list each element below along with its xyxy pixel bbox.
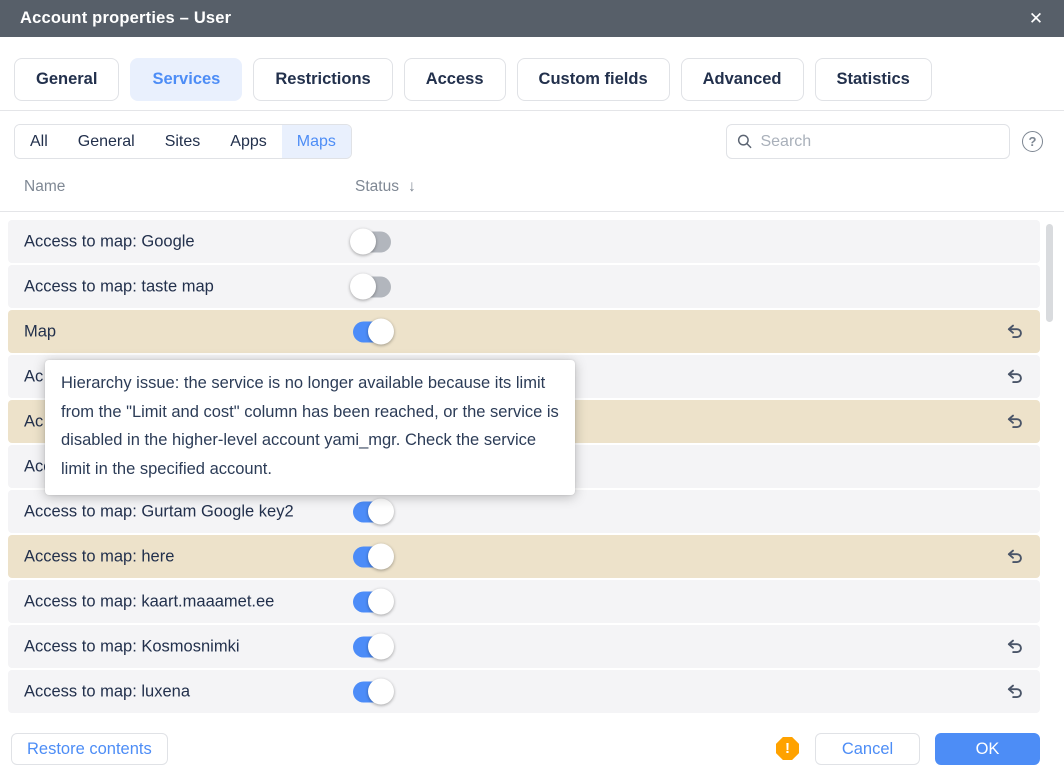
name-column-header: Name [24, 178, 65, 196]
service-name: Access to map: Kosmosnimki [24, 637, 239, 656]
tabbar-divider [0, 110, 1064, 111]
status-column-header[interactable]: Status ↓ [355, 178, 416, 196]
status-header-label: Status [355, 178, 399, 196]
subtab-apps[interactable]: Apps [215, 125, 281, 158]
status-toggle[interactable] [353, 231, 391, 252]
header-divider [0, 211, 1064, 212]
status-toggle[interactable] [353, 591, 391, 612]
table-row[interactable]: Access to map: here [8, 535, 1040, 578]
subtab-general[interactable]: General [63, 125, 150, 158]
status-toggle[interactable] [353, 276, 391, 297]
status-toggle[interactable] [353, 681, 391, 702]
service-name: Access to map: here [24, 547, 174, 566]
subtab-sites[interactable]: Sites [150, 125, 216, 158]
account-properties-dialog: Account properties – User ✕ General Servi… [0, 0, 1064, 776]
toggle-knob [350, 229, 376, 255]
tab-services[interactable]: Services [130, 58, 242, 101]
tab-restrictions[interactable]: Restrictions [253, 58, 392, 101]
undo-icon[interactable] [1004, 637, 1024, 657]
toggle-knob [368, 679, 394, 705]
subtab-all[interactable]: All [15, 125, 63, 158]
search-box [726, 124, 1010, 159]
toggle-knob [350, 274, 376, 300]
hierarchy-issue-tooltip: Hierarchy issue: the service is no longe… [45, 360, 575, 495]
status-toggle[interactable] [353, 636, 391, 657]
cancel-button[interactable]: Cancel [815, 733, 920, 765]
toggle-knob [368, 544, 394, 570]
tab-access[interactable]: Access [404, 58, 506, 101]
service-name: Access to map: Google [24, 232, 195, 251]
table-row[interactable]: Access to map: Kosmosnimki [8, 625, 1040, 668]
toggle-knob [368, 499, 394, 525]
scrollbar-thumb[interactable] [1046, 224, 1053, 322]
warning-icon: ! [776, 737, 799, 760]
table-row[interactable]: Map [8, 310, 1040, 353]
dialog-titlebar: Account properties – User ✕ [0, 0, 1064, 37]
sort-descending-icon: ↓ [408, 178, 416, 196]
status-toggle[interactable] [353, 546, 391, 567]
tab-custom-fields[interactable]: Custom fields [517, 58, 670, 101]
search-icon [737, 133, 752, 150]
table-row[interactable]: Access to map: Gurtam Google key2 [8, 490, 1040, 533]
tab-statistics[interactable]: Statistics [815, 58, 932, 101]
close-icon[interactable]: ✕ [1022, 5, 1050, 33]
service-name: Ac [24, 367, 43, 386]
table-row[interactable]: Access to map: taste map [8, 265, 1040, 308]
subtab-maps[interactable]: Maps [282, 125, 351, 158]
undo-icon[interactable] [1004, 682, 1024, 702]
status-toggle[interactable] [353, 501, 391, 522]
undo-icon[interactable] [1004, 412, 1024, 432]
ok-button[interactable]: OK [935, 733, 1040, 765]
table-row[interactable]: Access to map: Google [8, 220, 1040, 263]
table-row[interactable]: Access to map: luxena [8, 670, 1040, 713]
service-name: Access to map: Gurtam Google key2 [24, 502, 294, 521]
toggle-knob [368, 589, 394, 615]
status-toggle[interactable] [353, 321, 391, 342]
service-filter-tabs: AllGeneralSitesAppsMaps [14, 124, 352, 159]
toggle-knob [368, 634, 394, 660]
service-name: Map [24, 322, 56, 341]
undo-icon[interactable] [1004, 322, 1024, 342]
service-name: Access to map: kaart.maaamet.ee [24, 592, 274, 611]
dialog-title: Account properties – User [20, 9, 231, 28]
toggle-knob [368, 319, 394, 345]
restore-contents-button[interactable]: Restore contents [11, 733, 168, 765]
tab-general[interactable]: General [14, 58, 119, 101]
service-name: Access to map: luxena [24, 682, 190, 701]
undo-icon[interactable] [1004, 367, 1024, 387]
undo-icon[interactable] [1004, 547, 1024, 567]
search-input[interactable] [760, 133, 999, 151]
help-icon[interactable]: ? [1022, 131, 1043, 152]
service-name: Access to map: taste map [24, 277, 214, 296]
tab-advanced[interactable]: Advanced [681, 58, 804, 101]
table-row[interactable]: Access to map: kaart.maaamet.ee [8, 580, 1040, 623]
main-tabs: General Services Restrictions Access Custom … [14, 58, 932, 101]
service-name: Ac [24, 412, 43, 431]
